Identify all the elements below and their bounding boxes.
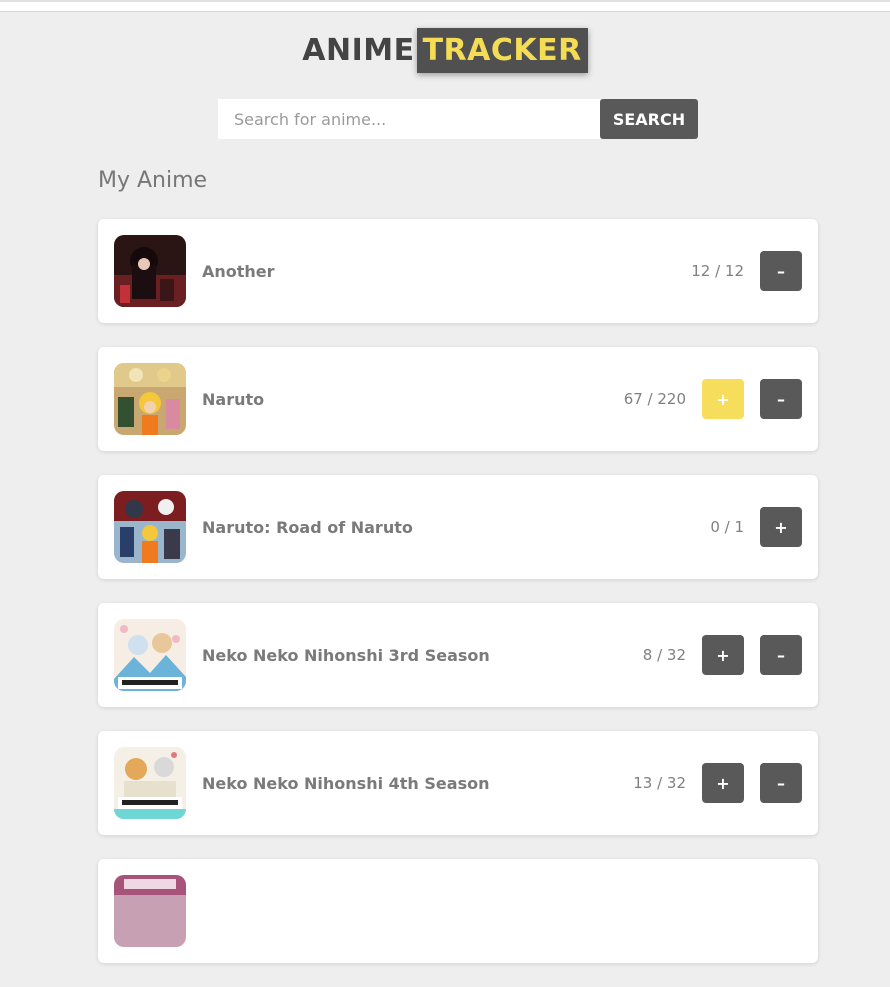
- anime-cover-image: [114, 747, 186, 819]
- anime-title: Neko Neko Nihonshi 3rd Season: [202, 645, 490, 665]
- browser-top-strip: [0, 0, 890, 12]
- search-button[interactable]: SEARCH: [600, 99, 698, 139]
- anime-title: Neko Neko Nihonshi 4th Season: [202, 773, 490, 793]
- episode-progress: 8 / 32: [642, 646, 686, 664]
- anime-card: Neko Neko Nihonshi 3rd Season 8 / 32 + –: [98, 603, 818, 707]
- anime-cover-image: [114, 875, 186, 947]
- section-title: My Anime: [98, 168, 208, 193]
- anime-title: Another: [202, 261, 275, 281]
- anime-cover-image: [114, 619, 186, 691]
- search-bar: SEARCH: [218, 99, 698, 139]
- episode-progress: 13 / 32: [633, 774, 686, 792]
- anime-card: [98, 859, 818, 963]
- anime-title: Naruto: [202, 389, 265, 409]
- anime-cover-image: [114, 491, 186, 563]
- episode-progress: 67 / 220: [623, 390, 686, 408]
- anime-cover-image: [114, 363, 186, 435]
- increment-episode-button[interactable]: +: [702, 379, 744, 419]
- increment-episode-button[interactable]: +: [760, 507, 802, 547]
- logo-anime-text: ANIME: [302, 33, 415, 68]
- anime-card: Naruto: Road of Naruto 0 / 1 +: [98, 475, 818, 579]
- anime-card: Naruto 67 / 220 + –: [98, 347, 818, 451]
- app-logo: ANIME TRACKER: [0, 28, 890, 73]
- increment-episode-button[interactable]: +: [702, 763, 744, 803]
- decrement-episode-button[interactable]: –: [760, 251, 802, 291]
- episode-progress: 0 / 1: [710, 518, 744, 536]
- decrement-episode-button[interactable]: –: [760, 635, 802, 675]
- episode-progress: 12 / 12: [691, 262, 744, 280]
- decrement-episode-button[interactable]: –: [760, 379, 802, 419]
- anime-card: Another 12 / 12 –: [98, 219, 818, 323]
- search-input[interactable]: [218, 99, 600, 139]
- anime-card: Neko Neko Nihonshi 4th Season 13 / 32 + …: [98, 731, 818, 835]
- anime-cover-image: [114, 235, 186, 307]
- anime-title: Naruto: Road of Naruto: [202, 517, 413, 537]
- anime-list: Another 12 / 12 – Naruto 67 / 220 + – Na…: [98, 219, 818, 987]
- decrement-episode-button[interactable]: –: [760, 763, 802, 803]
- increment-episode-button[interactable]: +: [702, 635, 744, 675]
- logo-tracker-text: TRACKER: [416, 28, 588, 73]
